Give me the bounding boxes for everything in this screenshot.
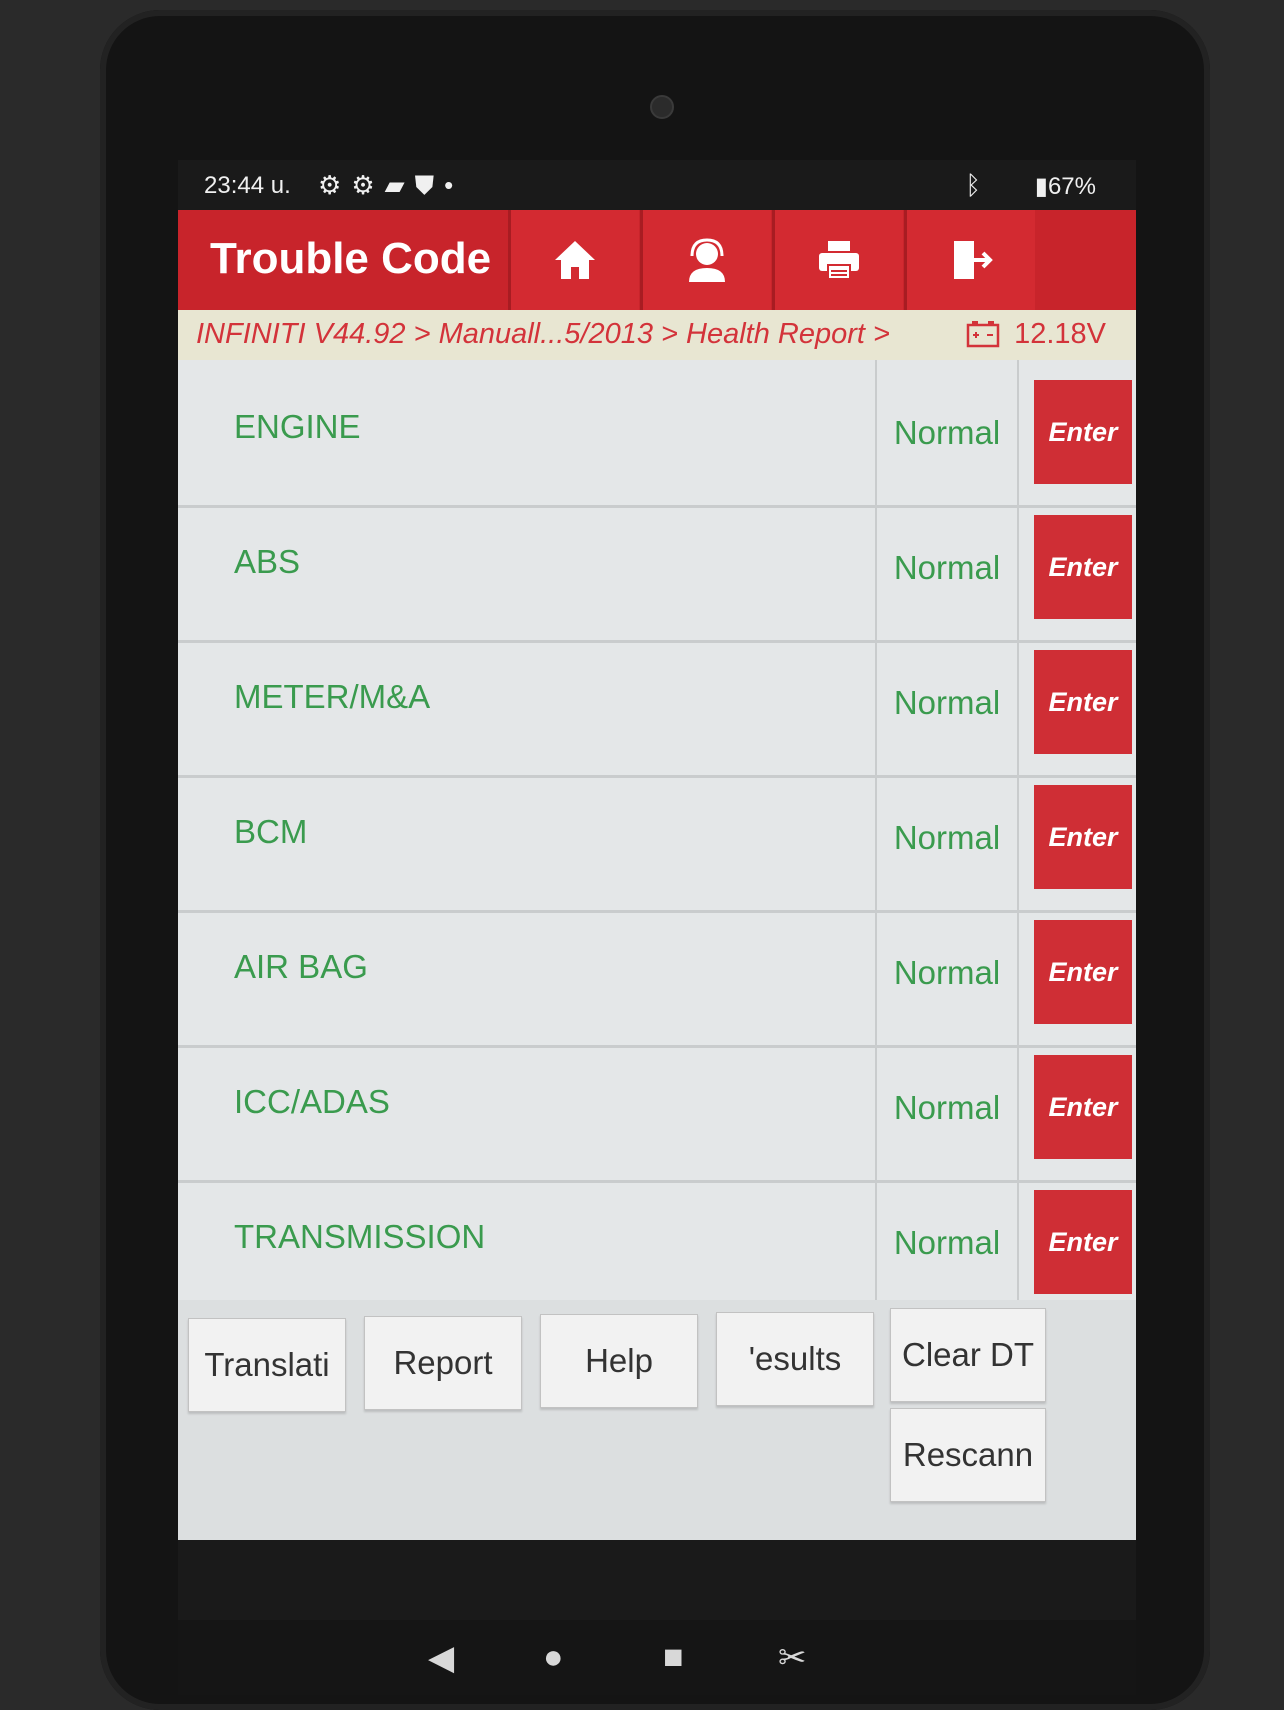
breadcrumb: INFINITI V44.92 > Manuall...5/2013 > Hea… xyxy=(178,310,1136,360)
list-item: METER/M&A Normal Enter xyxy=(178,630,1136,778)
front-camera xyxy=(650,95,674,119)
gear-icon: ⚙ xyxy=(318,170,352,200)
battery-voltage: 12.18V xyxy=(1014,318,1106,350)
battery-status: ▮67% xyxy=(1035,172,1096,201)
breadcrumb-path[interactable]: INFINITI V44.92 > Manuall...5/2013 > Hea… xyxy=(196,318,890,351)
list-item: TRANSMISSION Normal Enter xyxy=(178,1170,1136,1300)
enter-button[interactable]: Enter xyxy=(1034,650,1132,754)
bluetooth-icon: ᛒ xyxy=(965,170,981,200)
results-button[interactable]: 'esults xyxy=(716,1312,874,1406)
system-name: ABS xyxy=(234,543,301,580)
exit-button[interactable] xyxy=(904,210,1035,310)
system-list: ENGINE Normal Enter ABS Normal Enter MET… xyxy=(178,360,1136,1300)
status-bar: 23:44 u. ⚙⚙▰⛊• ᛒ ▮67% xyxy=(178,160,1136,210)
home-button[interactable] xyxy=(508,210,639,310)
enter-button[interactable]: Enter xyxy=(1034,1190,1132,1294)
list-item: AIR BAG Normal Enter xyxy=(178,900,1136,1048)
gear-icon: ⚙ xyxy=(351,170,385,200)
help-button[interactable]: Help xyxy=(540,1314,698,1408)
report-button[interactable]: Report xyxy=(364,1316,522,1410)
car-battery-icon xyxy=(966,320,1000,356)
list-item: ENGINE Normal Enter xyxy=(178,360,1136,508)
support-button[interactable] xyxy=(640,210,771,310)
system-status: Normal xyxy=(875,360,1019,505)
enter-button[interactable]: Enter xyxy=(1034,1055,1132,1159)
status-time: 23:44 u. xyxy=(204,172,291,199)
translation-button[interactable]: Translati xyxy=(188,1318,346,1412)
system-status: Normal xyxy=(875,630,1019,775)
enter-button[interactable]: Enter xyxy=(1034,515,1132,619)
system-status: Normal xyxy=(875,1035,1019,1180)
clear-dtc-button[interactable]: Clear DT xyxy=(890,1308,1046,1402)
print-icon xyxy=(819,241,859,280)
system-name: METER/M&A xyxy=(234,678,431,715)
battery-icon: ▮ xyxy=(1034,173,1048,200)
recents-icon[interactable]: ■ xyxy=(663,1638,684,1677)
system-status: Normal xyxy=(875,765,1019,910)
list-item: BCM Normal Enter xyxy=(178,765,1136,913)
system-status: Normal xyxy=(875,495,1019,640)
list-item: ICC/ADAS Normal Enter xyxy=(178,1035,1136,1183)
bottom-toolbar: Translati Report Help 'esults Clear DT R… xyxy=(178,1300,1136,1540)
home-circle-icon[interactable]: ● xyxy=(543,1638,564,1677)
battery-level: 67% xyxy=(1047,173,1096,200)
enter-button[interactable]: Enter xyxy=(1034,920,1132,1024)
image-icon: ▰ xyxy=(384,170,415,200)
system-status: Normal xyxy=(875,900,1019,1045)
rescan-button[interactable]: Rescann xyxy=(890,1408,1046,1502)
enter-button[interactable]: Enter xyxy=(1034,380,1132,484)
tablet-screen: 23:44 u. ⚙⚙▰⛊• ᛒ ▮67% Trouble Code INFIN… xyxy=(178,160,1136,1695)
system-name: BCM xyxy=(234,813,308,850)
shield-icon: ⛊ xyxy=(414,170,445,200)
exit-icon xyxy=(954,241,993,279)
back-icon[interactable]: ◀ xyxy=(428,1638,454,1678)
app-header: Trouble Code xyxy=(178,210,1136,310)
home-icon xyxy=(555,241,595,279)
system-name: ICC/ADAS xyxy=(234,1083,390,1120)
dot-icon: • xyxy=(444,170,464,200)
system-name: AIR BAG xyxy=(234,948,368,985)
system-status: Normal xyxy=(875,1170,1019,1300)
print-button[interactable] xyxy=(772,210,903,310)
system-name: ENGINE xyxy=(234,408,361,445)
notification-icons: ⚙⚙▰⛊• xyxy=(318,170,463,202)
enter-button[interactable]: Enter xyxy=(1034,785,1132,889)
list-item: ABS Normal Enter xyxy=(178,495,1136,643)
support-agent-icon xyxy=(689,238,725,282)
system-name: TRANSMISSION xyxy=(234,1218,486,1255)
screenshot-icon[interactable]: ✂ xyxy=(778,1638,807,1678)
android-nav-bar: ◀ ● ■ ✂ xyxy=(178,1620,1136,1695)
page-title: Trouble Code xyxy=(210,234,492,283)
